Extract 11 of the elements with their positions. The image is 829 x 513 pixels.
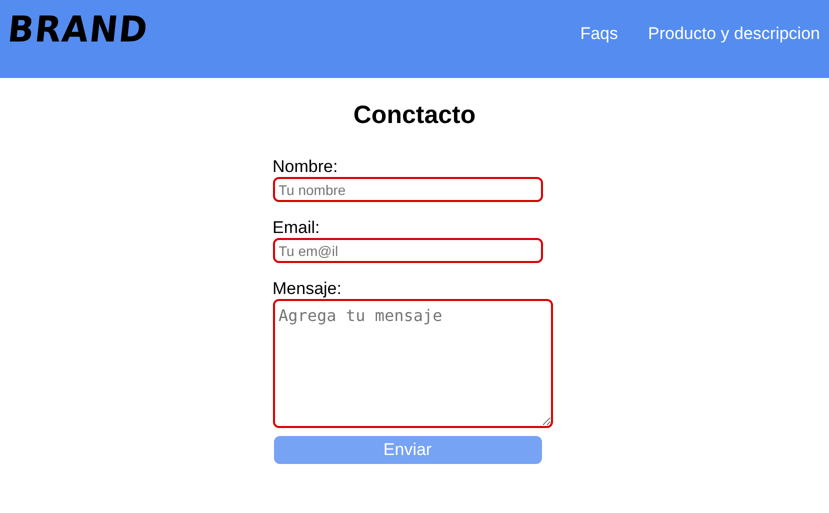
input-field[interactable]: Tu em@il (272, 238, 542, 263)
nav-link[interactable]: Faqs (580, 23, 618, 45)
submit-button[interactable]: Enviar (274, 436, 542, 464)
input-field[interactable]: Tu nombre (272, 177, 542, 202)
field-label: Nombre: (272, 157, 338, 177)
nav-link[interactable]: Producto y descripcion (648, 23, 820, 45)
field-label: Email: (272, 218, 320, 238)
page-title: Conctacto (353, 100, 476, 130)
field-label: Mensaje: (272, 279, 342, 299)
brand-logo[interactable]: BRAND (6, 9, 150, 51)
message-field[interactable]: Agrega tu mensaje (272, 299, 552, 428)
